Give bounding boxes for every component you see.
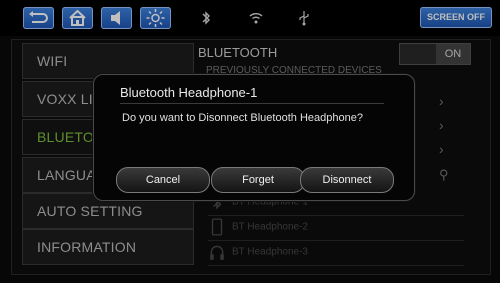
divider — [120, 103, 384, 104]
dialog-message: Do you want to Disonnect Bluetooth Headp… — [122, 112, 363, 124]
cancel-button[interactable]: Cancel — [116, 167, 210, 193]
disconnect-dialog: Bluetooth Headphone-1 Do you want to Dis… — [93, 74, 415, 201]
settings-screen: SCREEN OFF WIFI VOXX LIN BLUETOO LANGUAG… — [0, 0, 500, 283]
dialog-title: Bluetooth Headphone-1 — [120, 85, 258, 100]
forget-button[interactable]: Forget — [211, 167, 305, 193]
disconnect-button[interactable]: Disonnect — [300, 167, 394, 193]
